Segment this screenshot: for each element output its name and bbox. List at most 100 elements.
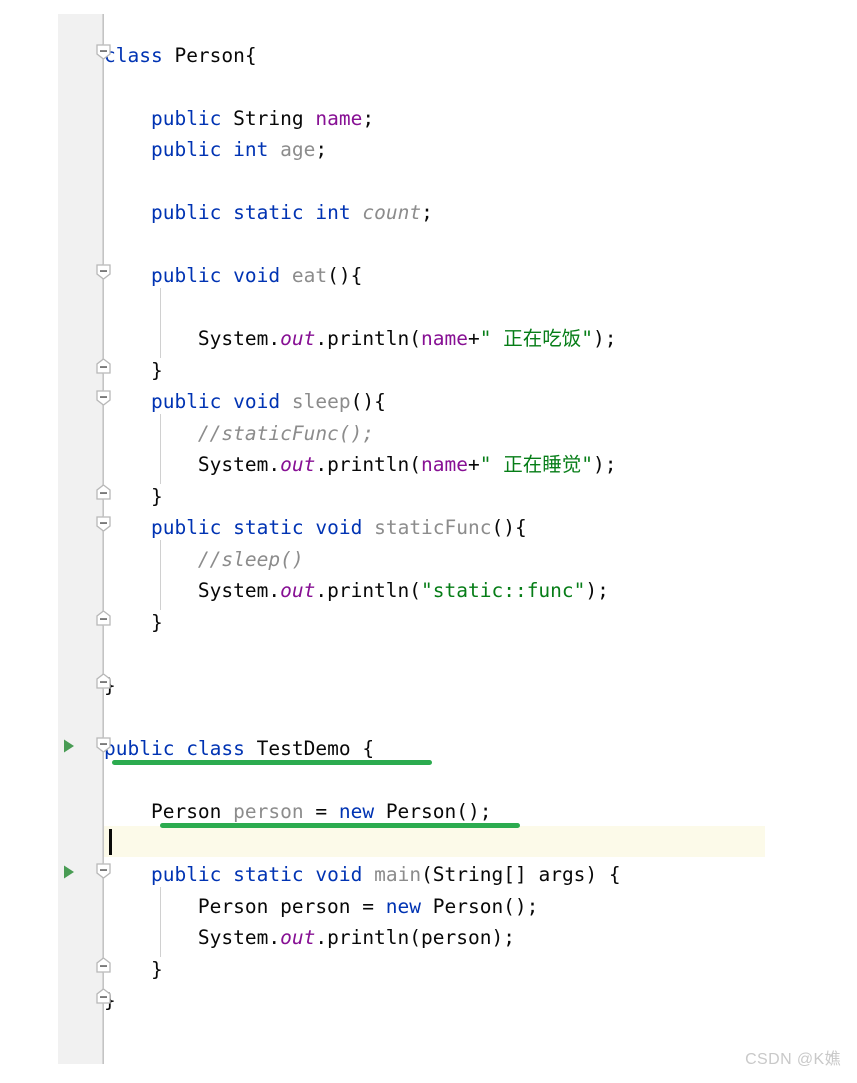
code-line[interactable]: }: [104, 355, 163, 386]
code-token: "static::func": [421, 579, 586, 602]
code-token: static: [233, 516, 304, 539]
code-line[interactable]: }: [104, 607, 163, 638]
code-token: void: [315, 516, 363, 539]
fold-collapse-icon[interactable]: [96, 44, 111, 60]
code-token: .: [268, 926, 281, 949]
code-token: }: [104, 611, 163, 634]
code-token: static: [233, 201, 304, 224]
code-line[interactable]: //sleep(): [104, 544, 304, 575]
code-line[interactable]: public int age;: [104, 134, 327, 165]
code-token: //staticFunc();: [197, 422, 375, 445]
code-line[interactable]: public static int count;: [104, 197, 433, 228]
code-token: name: [315, 107, 363, 130]
code-token: }: [104, 958, 163, 981]
fold-end-icon[interactable]: [96, 484, 111, 500]
code-token: static: [233, 863, 304, 886]
code-token: Person();: [421, 895, 539, 918]
code-line[interactable]: System.out.println(person);: [104, 922, 515, 953]
code-token: Person person =: [197, 895, 386, 918]
code-text-area[interactable]: class Person{ public String name; public…: [104, 0, 857, 1083]
code-token: );: [592, 453, 617, 476]
code-token: name: [421, 453, 468, 476]
code-token: public: [150, 264, 222, 287]
code-line[interactable]: public static void main(String[] args) {: [104, 859, 621, 890]
code-line[interactable]: class Person{: [104, 40, 257, 71]
code-token: int: [315, 201, 351, 224]
fold-end-icon[interactable]: [96, 957, 111, 973]
fold-collapse-icon[interactable]: [96, 516, 111, 532]
code-token: staticFunc: [374, 516, 492, 539]
indent-guide: [160, 288, 161, 358]
code-line[interactable]: public void eat(){: [104, 260, 362, 291]
code-line[interactable]: public String name;: [104, 103, 374, 134]
code-line[interactable]: System.out.println(name+" 正在睡觉");: [104, 449, 617, 480]
ripple-underline-marker: [160, 823, 520, 828]
csdn-watermark: CSDN @K嫶: [745, 1051, 841, 1068]
code-token: Person();: [374, 800, 492, 823]
fold-end-icon[interactable]: [96, 610, 111, 626]
code-token: public: [150, 138, 222, 161]
fold-collapse-icon[interactable]: [96, 737, 111, 753]
editor-gutter[interactable]: [58, 14, 104, 1064]
code-line[interactable]: Person person = new Person();: [104, 891, 538, 922]
code-token: count: [362, 201, 422, 224]
run-run-method-main-icon[interactable]: [62, 864, 76, 880]
code-token: ;: [315, 138, 328, 161]
code-token: ;: [362, 107, 375, 130]
fold-collapse-icon[interactable]: [96, 863, 111, 879]
code-token: public: [150, 390, 222, 413]
code-token: {: [244, 44, 257, 67]
text-caret: [109, 829, 112, 855]
code-line[interactable]: }: [104, 954, 163, 985]
code-token: main: [374, 863, 422, 886]
code-line[interactable]: System.out.println(name+" 正在吃饭");: [104, 323, 617, 354]
code-token: System: [197, 579, 269, 602]
code-token: System: [197, 327, 269, 350]
code-token: .: [268, 327, 281, 350]
fold-end-icon[interactable]: [96, 988, 111, 1004]
code-line[interactable]: }: [104, 481, 163, 512]
code-token: System: [197, 926, 269, 949]
code-token: +: [468, 453, 480, 476]
fold-collapse-icon[interactable]: [96, 390, 111, 406]
code-token: out: [280, 579, 316, 602]
code-token: .: [268, 579, 281, 602]
run-run-class-TestDemo-icon[interactable]: [62, 738, 76, 754]
code-token: public: [150, 863, 222, 886]
code-token: (){: [491, 516, 527, 539]
code-token: (){: [327, 264, 363, 287]
code-token: System: [197, 453, 269, 476]
code-line[interactable]: System.out.println("static::func");: [104, 575, 609, 606]
code-line[interactable]: public static void staticFunc(){: [104, 512, 527, 543]
code-token: " 正在睡觉": [479, 453, 593, 476]
code-token: String: [221, 107, 316, 130]
code-token: class: [104, 44, 163, 67]
code-token: eat: [291, 264, 328, 287]
code-line[interactable]: //staticFunc();: [104, 418, 374, 449]
code-editor[interactable]: class Person{ public String name; public…: [0, 0, 857, 1083]
code-token: sleep: [291, 390, 351, 413]
code-token: " 正在吃饭": [479, 327, 593, 350]
fold-end-icon[interactable]: [96, 673, 111, 689]
fold-collapse-icon[interactable]: [96, 264, 111, 280]
code-line[interactable]: public void sleep(){: [104, 386, 386, 417]
fold-end-icon[interactable]: [96, 358, 111, 374]
code-token: new: [385, 895, 421, 918]
code-token: );: [592, 327, 617, 350]
code-token: .println(person);: [315, 926, 515, 949]
